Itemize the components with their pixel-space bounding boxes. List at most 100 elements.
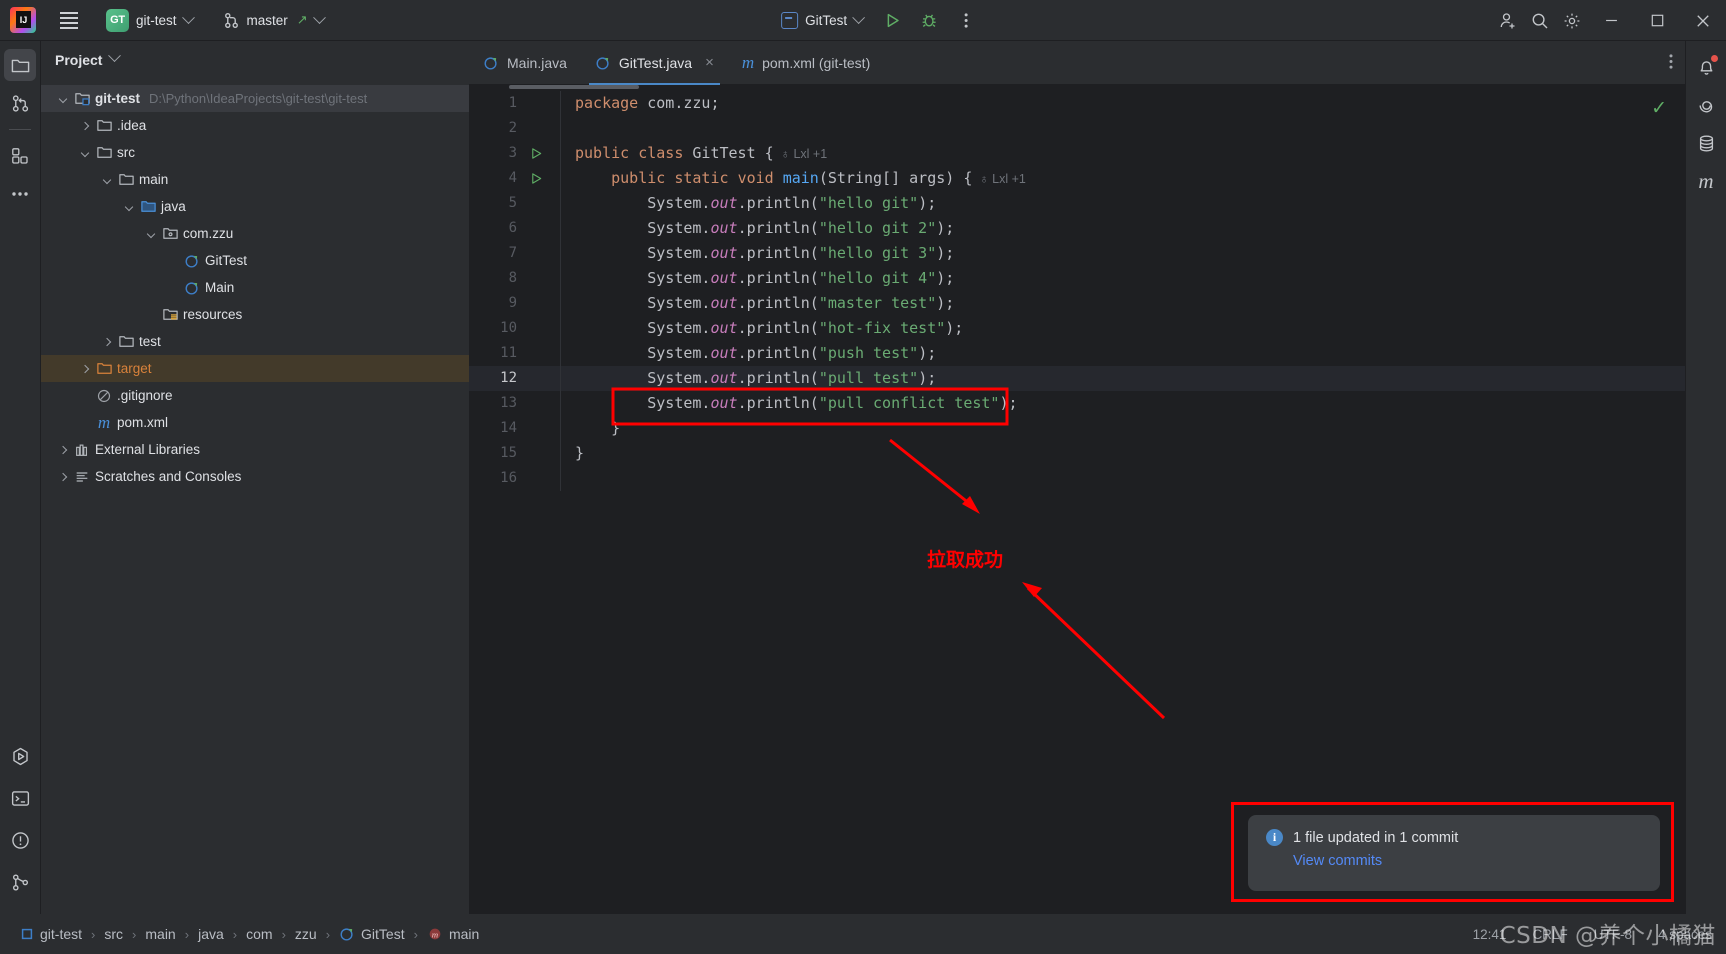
chevron-down-icon[interactable] [77,139,93,166]
close-window-button[interactable] [1680,0,1726,41]
code-line[interactable]: 14 } [469,416,1685,441]
code-line[interactable]: 11 System.out.println("push test"); [469,341,1685,366]
run-button[interactable] [876,5,908,35]
debug-button[interactable] [913,5,945,35]
code-line[interactable]: 15} [469,441,1685,466]
chevron-right-icon[interactable] [99,328,115,355]
chevron-right-icon[interactable] [55,436,71,463]
tree-item-target[interactable]: target [41,355,469,382]
code-line[interactable]: 5 System.out.println("hello git"); [469,191,1685,216]
sidebar-item-run[interactable] [5,740,37,772]
line-number: 8 [508,270,517,286]
code-line[interactable]: 6 System.out.println("hello git 2"); [469,216,1685,241]
code-line[interactable]: 4 public static void main(String[] args)… [469,166,1685,191]
tree-item-git-test[interactable]: git-test D:\Python\IdeaProjects\git-test\… [41,85,469,112]
gutter-run-icon[interactable] [525,141,547,166]
breadcrumb-item-com[interactable]: com [240,924,278,944]
project-selector[interactable]: GT git-test [98,6,201,35]
chevron-right-icon[interactable] [77,112,93,139]
fold-gutter [547,316,561,341]
chevron-down-icon[interactable] [99,166,115,193]
add-user-icon[interactable] [1492,6,1524,36]
chevron-down-icon[interactable] [121,193,137,220]
tree-item-src[interactable]: src [41,139,469,166]
ai-assistant-icon[interactable] [1690,89,1722,121]
chevron-down-icon[interactable] [108,48,122,62]
tree-item-pom-xml[interactable]: m pom.xml [41,409,469,436]
sidebar-item-terminal[interactable] [5,782,37,814]
tree-item--idea[interactable]: .idea [41,112,469,139]
tree-item-external-libraries[interactable]: External Libraries [41,436,469,463]
gutter-run-icon[interactable] [525,166,547,191]
code-vision-inlay[interactable]: ♁ Lxl +1 [972,172,1026,186]
tree-item-gittest[interactable]: GitTest [41,247,469,274]
branch-outgoing-icon: ↗ [296,12,308,27]
code-line[interactable]: 2 [469,116,1685,141]
line-separator[interactable]: CRLF [1532,927,1567,942]
editor-tab-pom-xml-git-test-[interactable]: m pom.xml (git-test) [728,41,884,85]
chevron-right-icon[interactable] [55,463,71,490]
tree-item--gitignore[interactable]: .gitignore [41,382,469,409]
tree-item-java[interactable]: java [41,193,469,220]
code-line[interactable]: 10 System.out.println("hot-fix test"); [469,316,1685,341]
main-menu-icon[interactable] [52,5,86,35]
breadcrumb-separator: › [91,926,96,942]
breadcrumb-item-main[interactable]: m main [421,924,485,944]
minimize-window-button[interactable] [1588,0,1634,41]
run-configuration-selector[interactable]: GitTest [773,9,871,32]
tree-item-test[interactable]: test [41,328,469,355]
more-tabs-icon[interactable] [1669,53,1673,70]
folder-icon [115,171,137,188]
sidebar-item-problems[interactable] [5,824,37,856]
chevron-right-icon[interactable] [77,355,93,382]
breadcrumb-item-zzu[interactable]: zzu [289,924,323,944]
code-editor[interactable]: ✓ 1 package com.zzu; 2 3 public class GitTe… [469,85,1685,914]
branch-selector[interactable]: master ↗ [215,9,332,32]
indent-setting[interactable]: 4 spaces [1658,927,1712,942]
breadcrumb-item-gittest[interactable]: GitTest [333,924,411,944]
maximize-window-button[interactable] [1634,0,1680,41]
maven-icon[interactable]: m [1690,165,1722,197]
sidebar-item-project[interactable] [4,49,36,81]
code-line[interactable]: 13 System.out.println("pull conflict tes… [469,391,1685,416]
chevron-down-icon[interactable] [55,85,71,112]
code-line[interactable]: 3 public class GitTest { ♁ Lxl +1 [469,141,1685,166]
code-line[interactable]: 8 System.out.println("hello git 4"); [469,266,1685,291]
breadcrumb-item-git-test[interactable]: git-test [14,924,88,944]
code-line[interactable]: 7 System.out.println("hello git 3"); [469,241,1685,266]
view-commits-link[interactable]: View commits [1293,853,1642,869]
tree-item-resources[interactable]: resources [41,301,469,328]
code-line[interactable]: 9 System.out.println("master test"); [469,291,1685,316]
code-line[interactable]: 16 [469,466,1685,491]
gutter-empty [525,266,547,291]
tree-item-label: java [161,199,186,214]
tree-item-scratches-and-consoles[interactable]: Scratches and Consoles [41,463,469,490]
module-icon [20,927,34,941]
sidebar-item-more-tools[interactable] [4,178,36,210]
tree-item-main[interactable]: main [41,166,469,193]
tree-item-main[interactable]: Main [41,274,469,301]
search-icon[interactable] [1524,6,1556,36]
database-icon[interactable] [1690,127,1722,159]
breadcrumb-item-main[interactable]: main [139,924,181,944]
sidebar-item-structure[interactable] [4,140,36,172]
breadcrumb-item-java[interactable]: java [192,924,230,944]
close-tab-icon[interactable]: × [705,54,714,71]
settings-icon[interactable] [1556,6,1588,36]
project-panel-header: Project [41,41,469,79]
notifications-icon[interactable] [1690,51,1722,83]
tree-item-com-zzu[interactable]: com.zzu [41,220,469,247]
editor-tab-main-java[interactable]: Main.java [469,41,581,85]
chevron-down-icon[interactable] [143,220,159,247]
breadcrumb-item-src[interactable]: src [98,924,129,944]
caret-position[interactable]: 12:41 [1473,927,1507,942]
notification-balloon[interactable]: i 1 file updated in 1 commit View commit… [1248,815,1660,891]
sidebar-item-git[interactable] [5,866,37,898]
sidebar-item-version-control[interactable] [4,87,36,119]
more-run-actions-icon[interactable] [950,5,982,35]
code-vision-inlay[interactable]: ♁ Lxl +1 [774,147,828,161]
file-encoding[interactable]: UTF-8 [1594,927,1632,942]
code-line[interactable]: 12 System.out.println("pull test"); [469,366,1685,391]
code-line[interactable]: 1 package com.zzu; [469,91,1685,116]
editor-tab-gittest-java[interactable]: GitTest.java × [581,41,728,85]
